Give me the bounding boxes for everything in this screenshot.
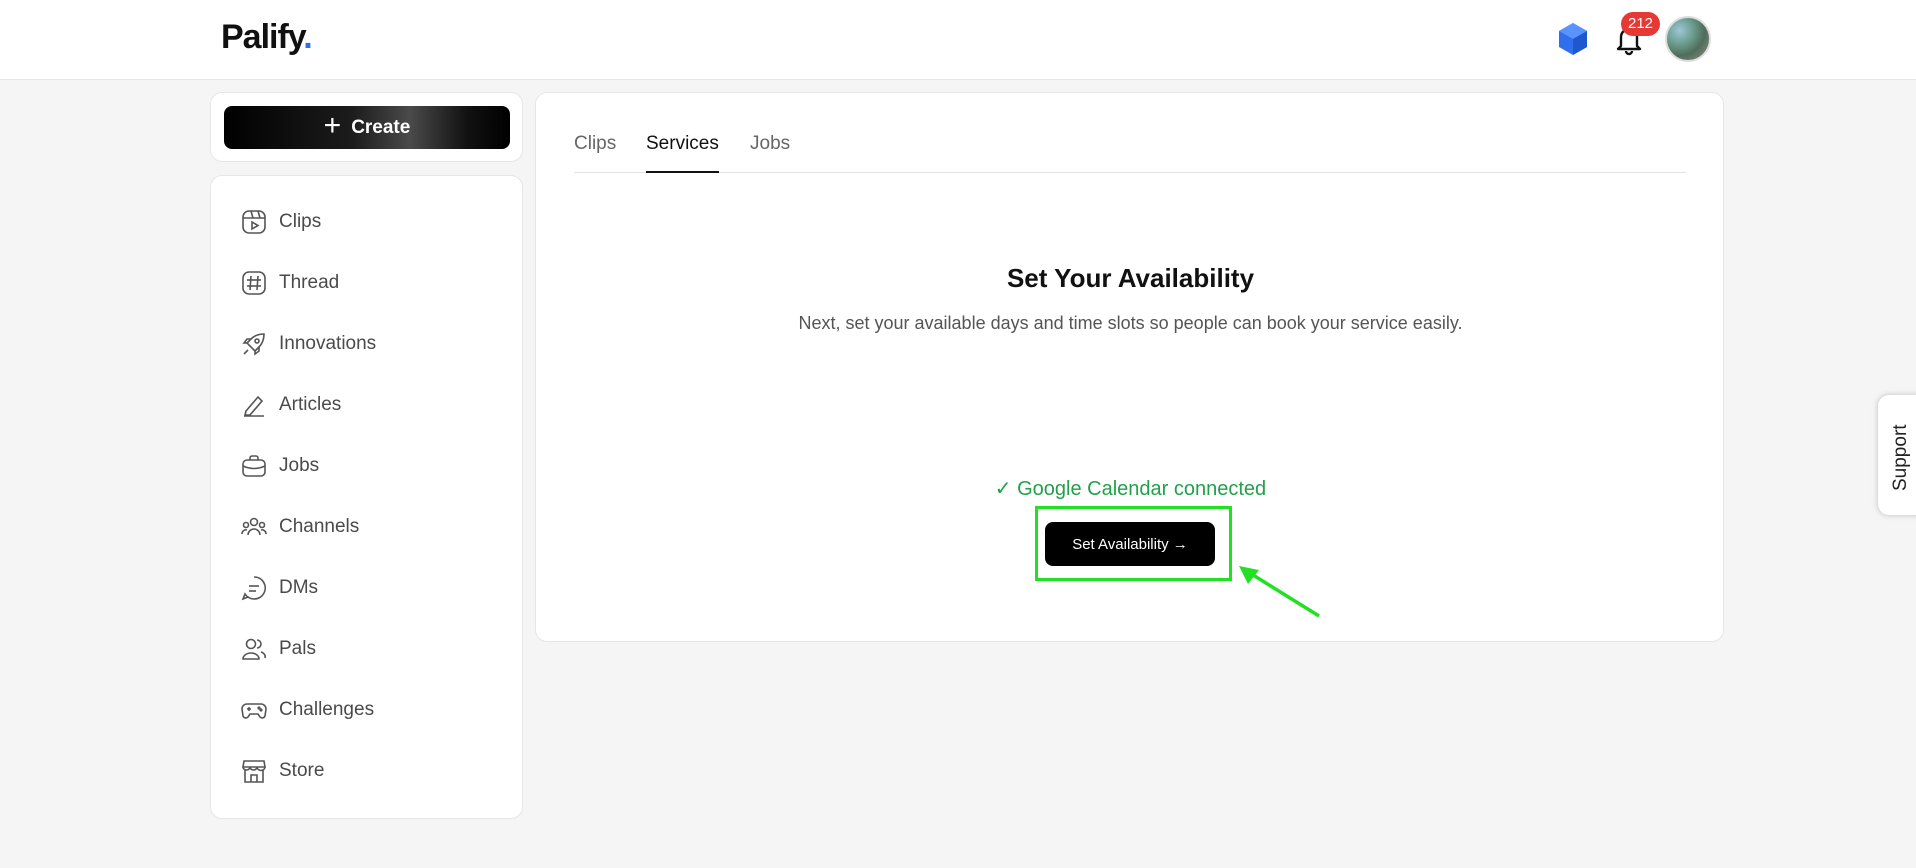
support-label: Support [1890, 424, 1911, 491]
top-bar: Palify. 212 [0, 0, 1916, 80]
sidebar: Clips Thread Innovations Articles Jobs C… [210, 175, 523, 819]
tab-jobs[interactable]: Jobs [750, 133, 790, 173]
avatar[interactable] [1665, 16, 1711, 62]
create-card: + Create [210, 92, 523, 162]
hash-icon [242, 271, 266, 295]
sidebar-item-label: Thread [279, 272, 340, 293]
sidebar-item-pals[interactable]: Pals [241, 634, 316, 664]
page-subtitle: Next, set your available days and time s… [798, 313, 1463, 333]
set-availability-button[interactable]: Set Availability → [1045, 522, 1215, 566]
tab-clips[interactable]: Clips [574, 133, 616, 173]
create-button[interactable]: + Create [224, 106, 510, 149]
support-tab[interactable]: Support [1877, 394, 1916, 516]
tab-bar: Clips Services Jobs [574, 133, 1686, 173]
calendar-status: ✓ Google Calendar connected [994, 478, 1267, 500]
sidebar-item-label: Pals [279, 638, 316, 659]
sidebar-item-label: DMs [279, 577, 319, 598]
sidebar-item-label: Innovations [279, 333, 377, 354]
group-icon [241, 517, 267, 536]
sidebar-item-label: Articles [279, 394, 342, 415]
gamepad-icon [241, 703, 267, 719]
logo[interactable]: Palify. [221, 18, 313, 57]
plus-icon: + [323, 109, 342, 142]
sidebar-item-dms[interactable]: DMs [241, 573, 318, 603]
chat-icon [241, 576, 266, 601]
sidebar-item-channels[interactable]: Channels [241, 512, 359, 542]
tab-services[interactable]: Services [646, 133, 719, 173]
hexagon-icon[interactable] [1557, 22, 1589, 56]
sidebar-item-innovations[interactable]: Innovations [241, 329, 376, 359]
create-label: Create [351, 116, 411, 138]
sidebar-item-store[interactable]: Store [241, 756, 324, 786]
sidebar-item-label: Jobs [279, 455, 320, 476]
pencil-icon [243, 395, 264, 417]
sidebar-item-label: Channels [279, 516, 360, 537]
sidebar-item-label: Clips [279, 211, 322, 232]
notification-badge: 212 [1621, 12, 1661, 36]
sidebar-item-clips[interactable]: Clips [241, 207, 321, 237]
clips-icon [242, 210, 266, 234]
page-title: Set Your Availability [1006, 263, 1255, 293]
users-icon [242, 638, 266, 660]
briefcase-icon [242, 455, 266, 477]
sidebar-item-jobs[interactable]: Jobs [241, 451, 319, 481]
rocket-icon [242, 333, 265, 356]
store-icon [242, 760, 266, 783]
main-panel: Clips Services Jobs Set Your Availabilit… [535, 92, 1724, 642]
sidebar-item-label: Challenges [279, 699, 375, 720]
sidebar-item-challenges[interactable]: Challenges [241, 695, 374, 725]
sidebar-item-label: Store [279, 760, 325, 781]
sidebar-item-thread[interactable]: Thread [241, 268, 339, 298]
arrow-icon [1239, 566, 1320, 618]
sidebar-item-articles[interactable]: Articles [241, 390, 341, 420]
